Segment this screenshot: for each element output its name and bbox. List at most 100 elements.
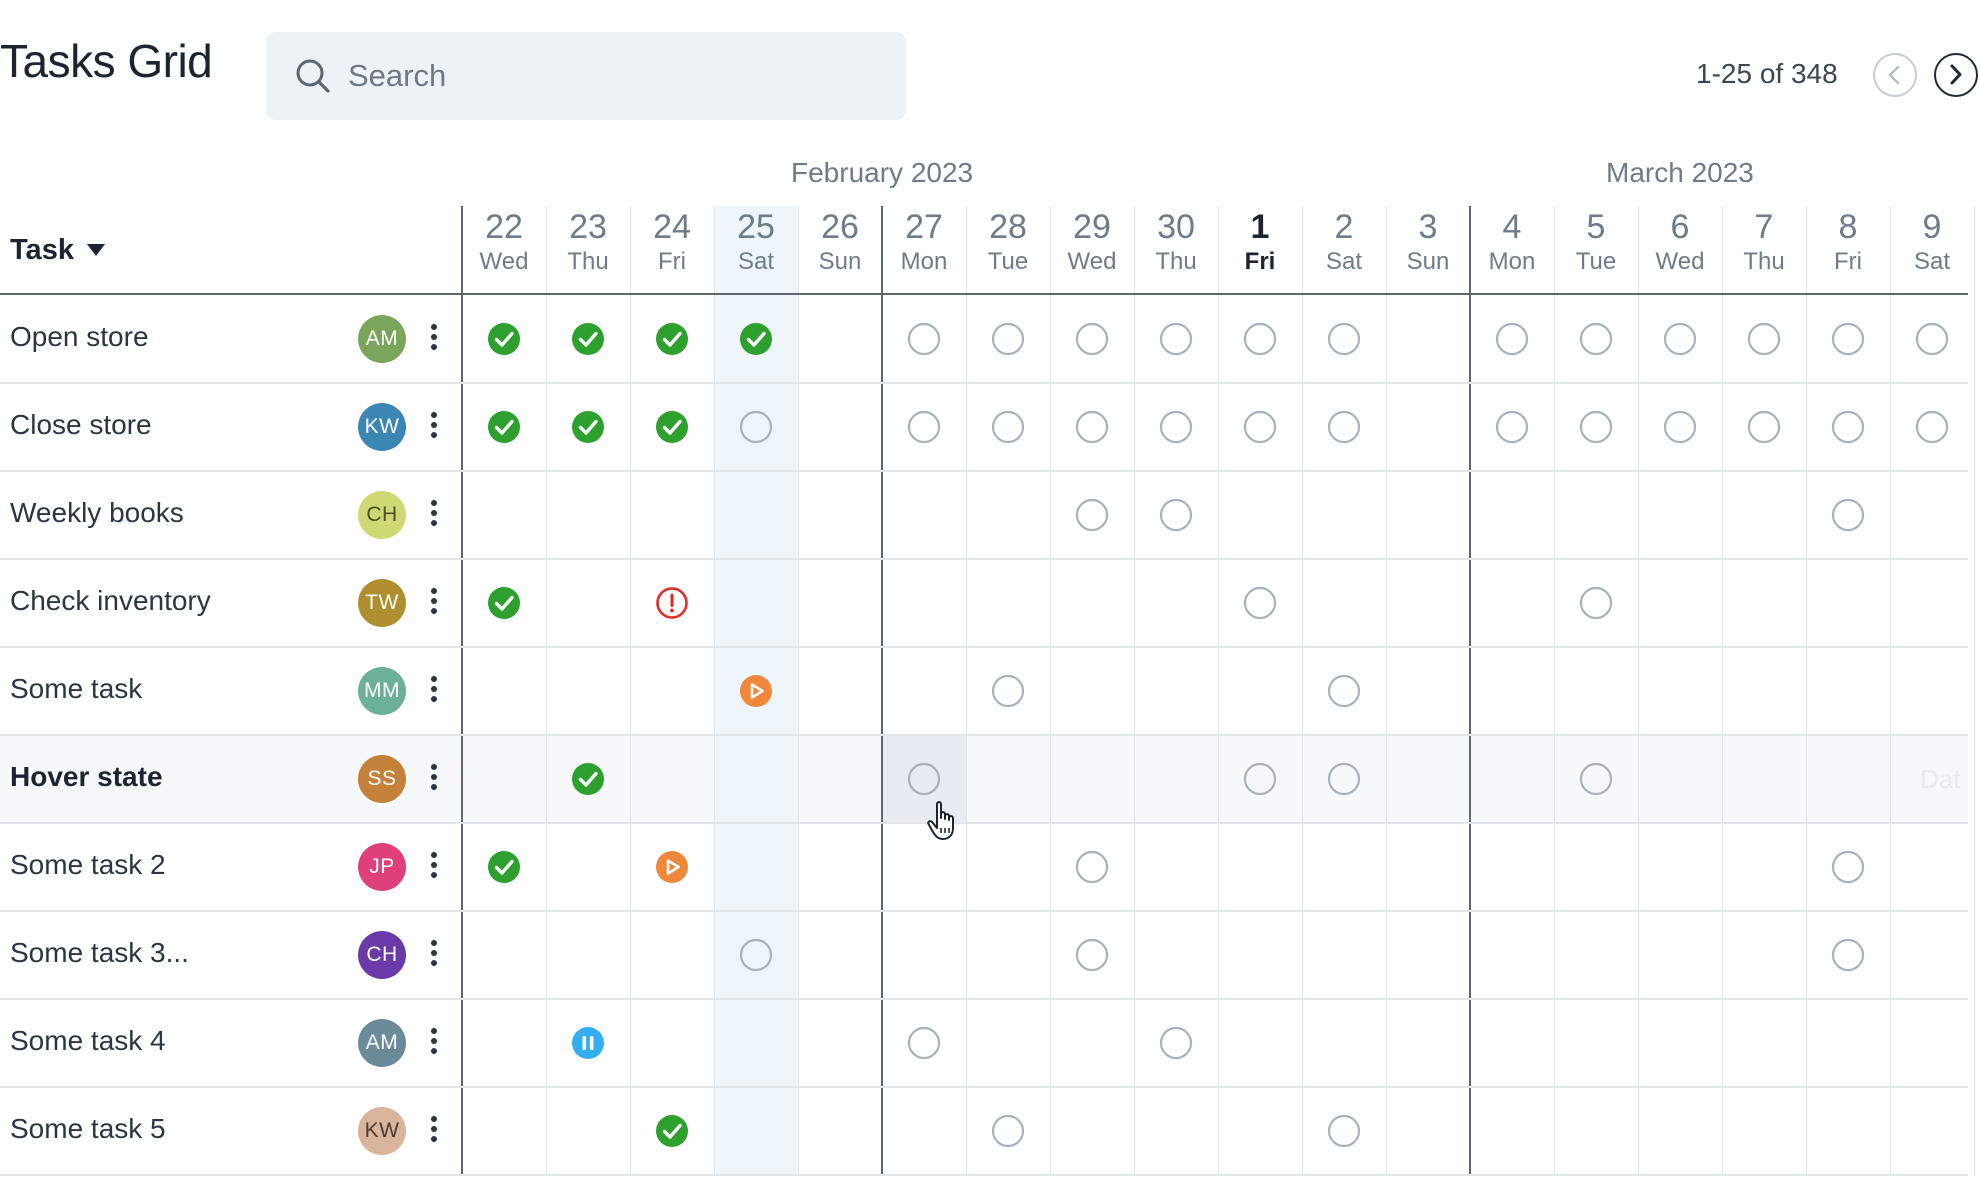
assignee-avatar[interactable]: KW (358, 1107, 406, 1155)
empty-circle-icon[interactable] (991, 322, 1025, 356)
empty-circle-icon[interactable] (1159, 498, 1193, 532)
task-name[interactable]: Weekly books (10, 497, 184, 529)
empty-circle-icon[interactable] (1663, 322, 1697, 356)
check-circle-icon[interactable] (739, 322, 773, 356)
empty-circle-icon[interactable] (1075, 498, 1109, 532)
check-circle-icon[interactable] (655, 410, 689, 444)
day-column-header[interactable]: 9 Sat (1890, 206, 1974, 294)
task-name[interactable]: Check inventory (10, 585, 211, 617)
day-column-header[interactable]: 26 Sun (798, 206, 882, 294)
task-name[interactable]: Some task 3... (10, 937, 189, 969)
day-column-header[interactable]: 5 Tue (1554, 206, 1638, 294)
more-options-icon[interactable] (427, 412, 441, 446)
play-circle-icon[interactable] (655, 850, 689, 884)
empty-circle-icon[interactable] (1159, 322, 1193, 356)
assignee-avatar[interactable]: AM (358, 315, 406, 363)
empty-circle-icon[interactable] (1327, 674, 1361, 708)
more-options-icon[interactable] (427, 1028, 441, 1062)
empty-circle-icon[interactable] (1747, 410, 1781, 444)
task-name[interactable]: Some task 4 (10, 1025, 166, 1057)
task-name[interactable]: Some task (10, 673, 142, 705)
empty-circle-icon[interactable] (1327, 762, 1361, 796)
day-column-header[interactable]: 30 Thu (1134, 206, 1218, 294)
task-name[interactable]: Some task 5 (10, 1113, 166, 1145)
empty-circle-icon[interactable] (1075, 938, 1109, 972)
assignee-avatar[interactable]: CH (358, 931, 406, 979)
day-column-header[interactable]: 25 Sat (714, 206, 798, 294)
check-circle-icon[interactable] (655, 322, 689, 356)
day-column-header[interactable]: 3 Sun (1386, 206, 1470, 294)
more-options-icon[interactable] (427, 1116, 441, 1150)
empty-circle-icon[interactable] (907, 1026, 941, 1060)
empty-circle-icon[interactable] (1243, 762, 1277, 796)
check-circle-icon[interactable] (487, 410, 521, 444)
day-column-header[interactable]: 27 Mon (882, 206, 966, 294)
day-column-header[interactable]: 28 Tue (966, 206, 1050, 294)
check-circle-icon[interactable] (487, 322, 521, 356)
empty-circle-icon[interactable] (1075, 322, 1109, 356)
empty-circle-icon[interactable] (1495, 322, 1529, 356)
empty-circle-icon[interactable] (1579, 762, 1613, 796)
empty-circle-icon[interactable] (907, 762, 941, 796)
empty-circle-icon[interactable] (739, 938, 773, 972)
play-circle-icon[interactable] (739, 674, 773, 708)
empty-circle-icon[interactable] (1243, 586, 1277, 620)
pause-circle-icon[interactable] (571, 1026, 605, 1060)
empty-circle-icon[interactable] (1579, 586, 1613, 620)
previous-page-button[interactable] (1873, 53, 1917, 97)
empty-circle-icon[interactable] (907, 322, 941, 356)
more-options-icon[interactable] (427, 852, 441, 886)
day-column-header[interactable]: 8 Fri (1806, 206, 1890, 294)
task-name[interactable]: Some task 2 (10, 849, 166, 881)
day-column-header[interactable]: 23 Thu (546, 206, 630, 294)
day-column-header[interactable]: 7 Thu (1722, 206, 1806, 294)
assignee-avatar[interactable]: SS (358, 755, 406, 803)
more-options-icon[interactable] (427, 324, 441, 358)
empty-circle-icon[interactable] (1579, 322, 1613, 356)
task-column-header[interactable]: Task (10, 234, 74, 267)
search-input[interactable] (348, 32, 888, 120)
more-options-icon[interactable] (427, 676, 441, 710)
empty-circle-icon[interactable] (1243, 322, 1277, 356)
more-options-icon[interactable] (427, 500, 441, 534)
day-column-header[interactable]: 29 Wed (1050, 206, 1134, 294)
empty-circle-icon[interactable] (1915, 410, 1949, 444)
task-name[interactable]: Hover state (10, 761, 163, 793)
empty-circle-icon[interactable] (1243, 410, 1277, 444)
empty-circle-icon[interactable] (1495, 410, 1529, 444)
check-circle-icon[interactable] (571, 762, 605, 796)
empty-circle-icon[interactable] (1747, 322, 1781, 356)
task-name[interactable]: Open store (10, 321, 149, 353)
more-options-icon[interactable] (427, 764, 441, 798)
empty-circle-icon[interactable] (1831, 322, 1865, 356)
assignee-avatar[interactable]: TW (358, 579, 406, 627)
empty-circle-icon[interactable] (1915, 322, 1949, 356)
assignee-avatar[interactable]: AM (358, 1019, 406, 1067)
empty-circle-icon[interactable] (739, 410, 773, 444)
sort-down-icon[interactable] (86, 243, 106, 257)
empty-circle-icon[interactable] (1075, 850, 1109, 884)
check-circle-icon[interactable] (487, 850, 521, 884)
empty-circle-icon[interactable] (1831, 498, 1865, 532)
empty-circle-icon[interactable] (991, 410, 1025, 444)
empty-circle-icon[interactable] (907, 410, 941, 444)
day-column-header[interactable]: 2 Sat (1302, 206, 1386, 294)
empty-circle-icon[interactable] (1327, 1114, 1361, 1148)
day-column-header[interactable]: 24 Fri (630, 206, 714, 294)
empty-circle-icon[interactable] (1159, 1026, 1193, 1060)
empty-circle-icon[interactable] (991, 1114, 1025, 1148)
alert-circle-icon[interactable] (655, 586, 689, 620)
day-column-header[interactable]: 6 Wed (1638, 206, 1722, 294)
empty-circle-icon[interactable] (1579, 410, 1613, 444)
empty-circle-icon[interactable] (1075, 410, 1109, 444)
empty-circle-icon[interactable] (1327, 410, 1361, 444)
assignee-avatar[interactable]: CH (358, 491, 406, 539)
check-circle-icon[interactable] (571, 410, 605, 444)
next-page-button[interactable] (1934, 53, 1978, 97)
empty-circle-icon[interactable] (1831, 410, 1865, 444)
assignee-avatar[interactable]: JP (358, 843, 406, 891)
check-circle-icon[interactable] (487, 586, 521, 620)
assignee-avatar[interactable]: KW (358, 403, 406, 451)
check-circle-icon[interactable] (571, 322, 605, 356)
task-name[interactable]: Close store (10, 409, 152, 441)
